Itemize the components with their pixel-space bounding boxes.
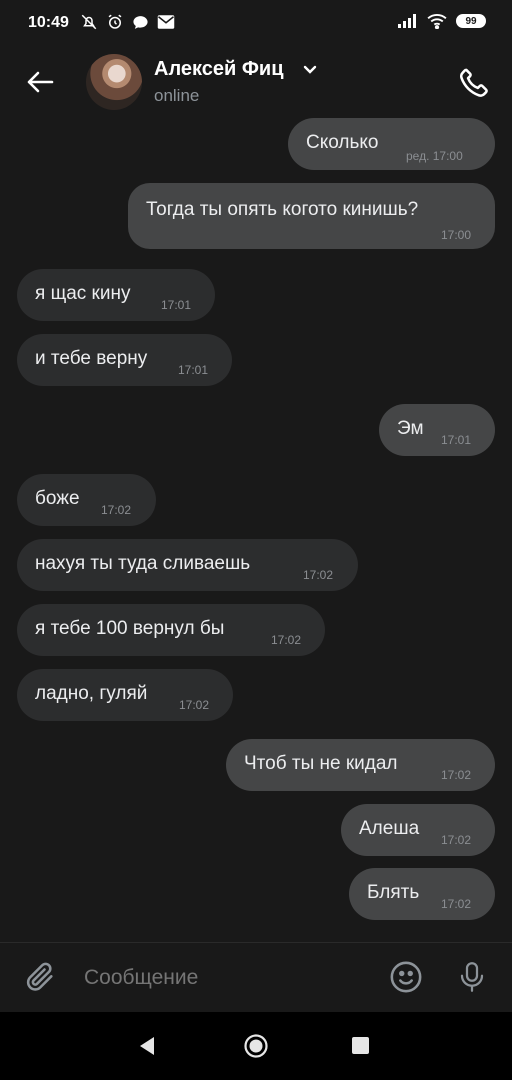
message-text: Блять	[367, 882, 420, 903]
attach-button[interactable]	[22, 959, 58, 995]
contact-status: online	[154, 86, 200, 105]
mail-icon	[157, 15, 175, 29]
message-time: 17:02	[441, 833, 472, 847]
nav-back-icon[interactable]	[138, 1036, 156, 1056]
message-text: боже	[35, 488, 80, 509]
paperclip-icon	[26, 962, 53, 991]
voice-message-button[interactable]	[454, 959, 490, 995]
message-bubble[interactable]: Чтоб ты не кидал 17:02	[226, 739, 495, 791]
message-time: 17:01	[161, 298, 192, 312]
chat-bubble-icon	[133, 15, 148, 29]
message-time: 17:02	[441, 768, 472, 782]
message-time: 17:02	[179, 698, 210, 712]
contact-name[interactable]: Алексей Фиц	[154, 58, 284, 81]
message-text: нахуя ты туда сливаешь	[35, 553, 251, 574]
message-bubble[interactable]: я щас кину 17:01	[17, 269, 215, 321]
nav-recent-apps-icon[interactable]	[352, 1037, 369, 1054]
message-time: 17:00	[441, 228, 472, 242]
message-text: я тебе 100 вернул бы	[35, 618, 225, 639]
message-text: Алеша	[359, 818, 420, 839]
message-text: и тебе верну	[35, 348, 148, 369]
avatar[interactable]	[86, 54, 142, 110]
message-text: ладно, гуляй	[35, 683, 148, 704]
message-bubble[interactable]: нахуя ты туда сливаешь 17:02	[17, 539, 358, 591]
chat-header: Алексей Фиц online	[0, 48, 512, 116]
nav-home-icon[interactable]	[243, 1033, 269, 1059]
status-icons-right: 99	[398, 13, 486, 29]
message-text: Эм	[397, 418, 424, 439]
chevron-down-icon[interactable]	[302, 64, 318, 76]
message-time: 17:02	[271, 633, 302, 647]
battery-icon: 99	[456, 14, 486, 28]
message-input[interactable]	[82, 965, 376, 991]
message-text: Тогда ты опять когото кинишь?	[146, 199, 419, 220]
alarm-icon	[108, 14, 122, 29]
message-bubble[interactable]: Алеша 17:02	[341, 804, 495, 856]
message-time: 17:02	[101, 503, 132, 517]
back-button[interactable]	[20, 62, 60, 102]
message-time: 17:01	[441, 433, 472, 447]
message-time: 17:02	[303, 568, 334, 582]
smile-icon	[390, 961, 422, 993]
phone-icon	[459, 68, 488, 97]
system-nav-bar	[0, 1012, 512, 1080]
microphone-icon	[460, 962, 484, 992]
status-bar: 10:49 99	[0, 0, 512, 48]
bell-off-icon	[81, 14, 97, 30]
message-bubble[interactable]: Тогда ты опять когото кинишь? 17:00	[128, 183, 495, 249]
message-time: 17:01	[178, 363, 209, 377]
signal-icon	[398, 14, 416, 28]
message-bubble[interactable]: я тебе 100 вернул бы 17:02	[17, 604, 325, 656]
composer-bar	[0, 942, 512, 1013]
message-bubble[interactable]: Эм 17:01	[379, 404, 495, 456]
message-bubble[interactable]: боже 17:02	[17, 474, 156, 526]
message-time: 17:02	[441, 897, 472, 911]
status-icons-left	[80, 13, 175, 31]
message-text: Чтоб ты не кидал	[244, 753, 398, 774]
emoji-button[interactable]	[388, 959, 424, 995]
message-bubble[interactable]: Сколько ред. 17:00	[288, 118, 495, 170]
message-text: Сколько	[306, 132, 379, 153]
wifi-icon	[427, 14, 447, 29]
message-text: я щас кину	[35, 283, 131, 304]
arrow-left-icon	[27, 71, 54, 93]
message-list[interactable]: Сколько ред. 17:00 Тогда ты опять когото…	[0, 116, 512, 942]
message-bubble[interactable]: Блять 17:02	[349, 868, 495, 920]
message-time: ред. 17:00	[406, 149, 463, 163]
message-bubble[interactable]: ладно, гуляй 17:02	[17, 669, 233, 721]
message-bubble[interactable]: и тебе верну 17:01	[17, 334, 232, 386]
status-time: 10:49	[28, 14, 69, 31]
call-button[interactable]	[454, 62, 494, 102]
